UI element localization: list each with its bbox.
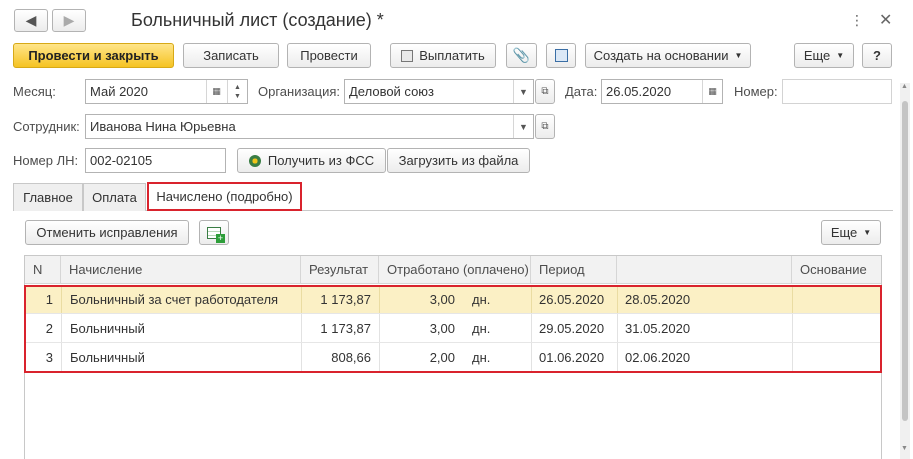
rows-highlight-frame: [24, 285, 882, 373]
open-link-icon: ⧉: [541, 86, 549, 97]
scrollbar-up-arrow[interactable]: ▲: [901, 83, 908, 90]
employee-field[interactable]: Иванова Нина Юрьевна ▼: [85, 114, 534, 139]
date-value: 26.05.2020: [606, 84, 672, 99]
more-button[interactable]: Еще ▼: [794, 43, 854, 68]
arrow-left-icon: ◀: [25, 12, 37, 28]
organization-field[interactable]: Деловой союз ▼: [344, 79, 534, 104]
date-label: Дата:: [565, 84, 598, 99]
get-from-fss-button[interactable]: Получить из ФСС: [237, 148, 386, 173]
arrow-right-icon: ▶: [63, 12, 75, 28]
dropdown-arrow-icon: ▼: [836, 51, 845, 60]
month-label: Месяц:: [13, 84, 56, 99]
ln-number-field[interactable]: 002-02105: [85, 148, 226, 173]
fss-icon: [248, 154, 261, 167]
column-header-result[interactable]: Результат: [301, 256, 379, 284]
tab-payment-label: Оплата: [92, 190, 137, 205]
load-from-file-button[interactable]: Загрузить из файла: [387, 148, 530, 173]
document-structure-button[interactable]: [546, 43, 576, 68]
vertical-scrollbar[interactable]: ▲ ▼: [900, 83, 910, 459]
vertical-dots-icon[interactable]: ⋮: [850, 12, 864, 29]
save-button[interactable]: Записать: [183, 43, 279, 68]
document-structure-icon: [554, 49, 568, 62]
help-button[interactable]: ?: [862, 43, 892, 68]
calendar-icon[interactable]: ▦: [702, 80, 722, 103]
get-from-fss-label: Получить из ФСС: [267, 153, 375, 168]
open-link-icon: ⧉: [541, 121, 549, 132]
date-field[interactable]: 26.05.2020 ▦: [601, 79, 723, 104]
scrollbar-thumb[interactable]: [902, 101, 908, 421]
month-field[interactable]: Май 2020 ▦ ▲ ▼: [85, 79, 248, 104]
dropdown-arrow-icon: ▼: [863, 228, 872, 237]
tab-main-label: Главное: [23, 190, 73, 205]
pay-button[interactable]: Выплатить: [390, 43, 496, 68]
grid-more-label: Еще: [830, 225, 858, 240]
chevron-down-icon[interactable]: ▼: [513, 115, 533, 138]
forward-button[interactable]: ▶: [52, 9, 86, 32]
employee-value: Иванова Нина Юрьевна: [90, 119, 236, 134]
scrollbar-down-arrow[interactable]: ▼: [901, 445, 908, 452]
cancel-corrections-label: Отменить исправления: [36, 225, 178, 240]
table-add-button[interactable]: +: [199, 220, 229, 245]
number-label: Номер:: [734, 84, 778, 99]
table-add-icon: +: [207, 226, 225, 243]
post-label: Провести: [300, 48, 358, 63]
organization-open-button[interactable]: ⧉: [535, 79, 555, 104]
tab-accrued-detailed-label: Начислено (подробно): [156, 189, 293, 204]
tab-accrued-detailed[interactable]: Начислено (подробно): [147, 182, 302, 211]
post-button[interactable]: Провести: [287, 43, 371, 68]
attach-button[interactable]: 📎: [506, 43, 537, 68]
more-label: Еще: [803, 48, 831, 63]
month-stepper[interactable]: ▲ ▼: [227, 80, 247, 103]
paperclip-icon: 📎: [512, 47, 531, 63]
close-icon[interactable]: ✕: [879, 10, 892, 30]
column-header-accrual[interactable]: Начисление: [61, 256, 301, 284]
cancel-corrections-button[interactable]: Отменить исправления: [25, 220, 189, 245]
ln-number-value: 002-02105: [90, 153, 153, 168]
month-value: Май 2020: [90, 84, 148, 99]
tab-main[interactable]: Главное: [13, 183, 83, 211]
calendar-icon[interactable]: ▦: [206, 80, 226, 103]
column-header-worked[interactable]: Отработано (оплачено): [379, 256, 531, 284]
organization-label: Организация:: [258, 84, 341, 99]
ln-number-label: Номер ЛН:: [13, 153, 79, 168]
pay-label: Выплатить: [419, 48, 485, 63]
grid-more-button[interactable]: Еще ▼: [821, 220, 881, 245]
create-based-on-label: Создать на основании: [593, 48, 729, 63]
column-header-n[interactable]: N: [25, 256, 61, 284]
number-field[interactable]: [782, 79, 892, 104]
column-header-period-end[interactable]: [617, 256, 792, 284]
post-and-close-label: Провести и закрыть: [28, 48, 159, 63]
column-header-basis[interactable]: Основание: [792, 256, 881, 284]
employee-label: Сотрудник:: [13, 119, 80, 134]
organization-value: Деловой союз: [349, 84, 435, 99]
chevron-down-icon[interactable]: ▼: [513, 80, 533, 103]
page-title: Больничный лист (создание) *: [131, 10, 384, 30]
save-label: Записать: [203, 48, 259, 63]
post-and-close-button[interactable]: Провести и закрыть: [13, 43, 174, 68]
employee-open-button[interactable]: ⧉: [535, 114, 555, 139]
pay-icon: [401, 49, 414, 62]
create-based-on-button[interactable]: Создать на основании ▼: [585, 43, 751, 68]
back-button[interactable]: ◀: [14, 9, 48, 32]
help-label: ?: [873, 48, 881, 63]
column-header-period[interactable]: Период: [531, 256, 617, 284]
dropdown-arrow-icon: ▼: [734, 51, 743, 60]
tab-payment[interactable]: Оплата: [83, 183, 146, 211]
load-from-file-label: Загрузить из файла: [398, 153, 519, 168]
